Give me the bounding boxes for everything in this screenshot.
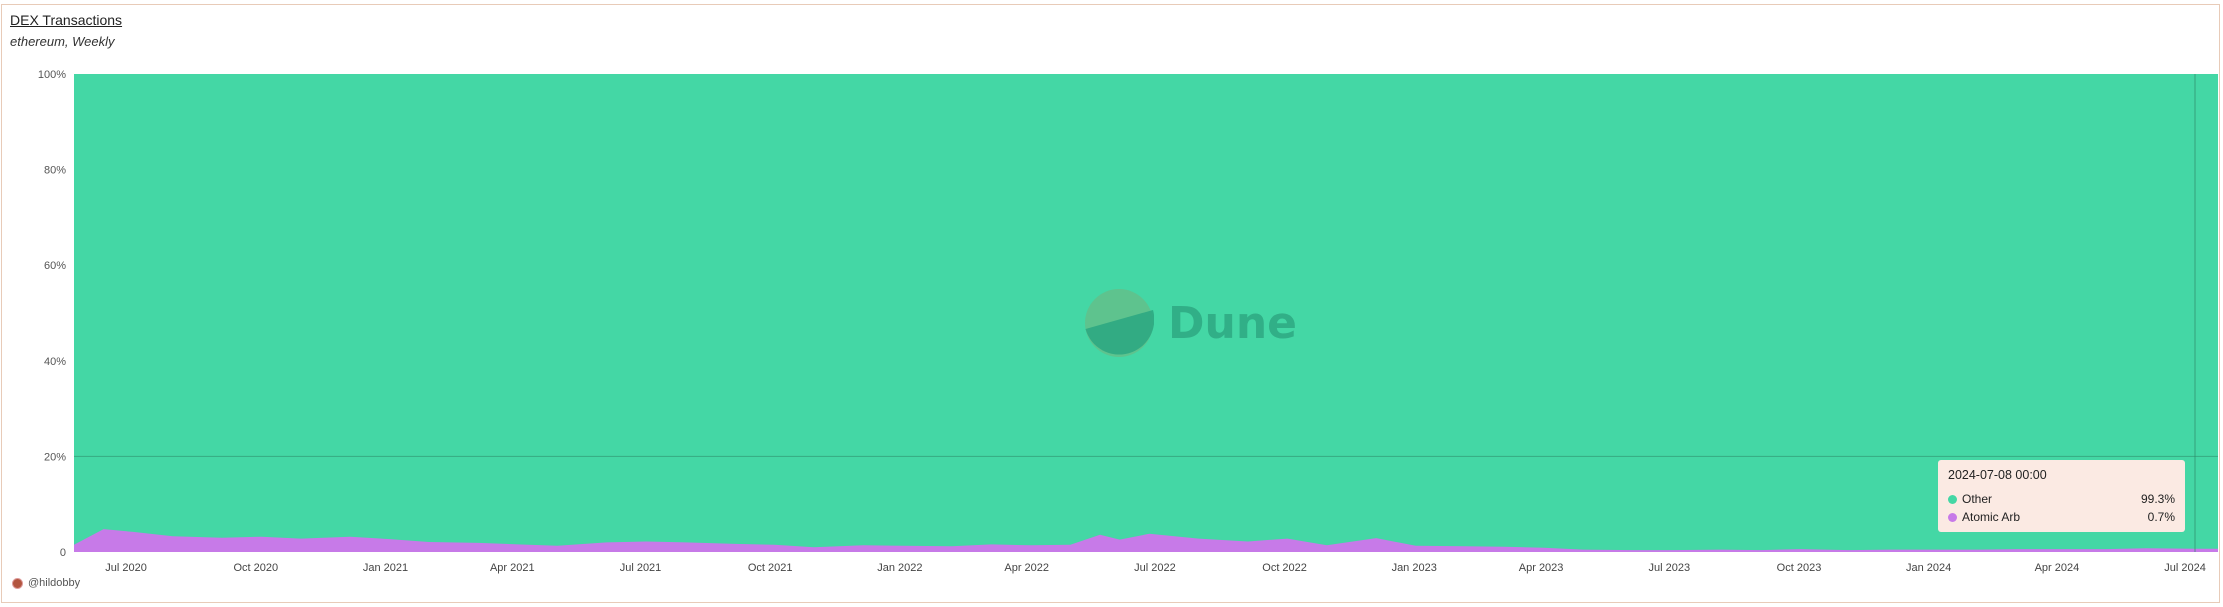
x-tick-label: Oct 2021: [748, 562, 793, 574]
y-tick-label: 60%: [44, 260, 66, 272]
watermark-text: Dune: [1168, 297, 1298, 349]
x-tick-label: Jan 2024: [1906, 562, 1951, 574]
y-tick-label: 80%: [44, 165, 66, 177]
x-tick-label: Jul 2023: [1649, 562, 1691, 574]
chart-footer: @hildobby: [12, 577, 80, 589]
tooltip-row-atomic-arb: Atomic Arb 0.7%: [1948, 508, 2175, 526]
x-tick-label: Oct 2023: [1777, 562, 1822, 574]
x-tick-label: Jul 2022: [1134, 562, 1176, 574]
y-tick-label: 0: [60, 547, 66, 559]
x-tick-label: Jan 2022: [877, 562, 922, 574]
tooltip-series-name: Atomic Arb: [1962, 510, 2021, 524]
tooltip-series-name: Other: [1962, 492, 1993, 506]
y-tick-label: 40%: [44, 356, 66, 368]
x-tick-label: Jan 2021: [363, 562, 408, 574]
other-legend-dot: [1948, 494, 1957, 504]
x-tick-label: Oct 2020: [233, 562, 278, 574]
dune-logo-icon: [1085, 289, 1154, 357]
tooltip-row-other: Other 99.3%: [1948, 490, 2175, 508]
y-tick-label: 100%: [38, 69, 66, 81]
x-tick-label: Apr 2023: [1519, 562, 1564, 574]
y-axis: 0 20% 40% 60% 80% 100%: [38, 69, 66, 559]
x-tick-label: Jan 2023: [1392, 562, 1437, 574]
x-tick-label: Jul 2021: [620, 562, 662, 574]
tooltip-date: 2024-07-08 00:00: [1948, 468, 2047, 482]
avatar: [12, 577, 23, 589]
x-axis: Jul 2020 Oct 2020 Jan 2021 Apr 2021 Jul 2021…: [105, 562, 2206, 574]
x-tick-label: Jul 2024: [2164, 562, 2206, 574]
atomic-arb-legend-dot: [1948, 512, 1957, 522]
x-tick-label: Oct 2022: [1262, 562, 1307, 574]
x-tick-label: Jul 2020: [105, 562, 147, 574]
dune-watermark: Dune: [1084, 288, 1297, 358]
tooltip-series-value: 0.7%: [2147, 510, 2175, 524]
x-tick-label: Apr 2022: [1004, 562, 1049, 574]
x-tick-label: Apr 2021: [490, 562, 535, 574]
author-handle[interactable]: @hildobby: [28, 577, 80, 589]
y-tick-label: 20%: [44, 451, 66, 463]
tooltip-series-value: 99.3%: [2140, 492, 2175, 506]
chart-tooltip: 2024-07-08 00:00 Other 99.3% Atomic Arb …: [1938, 460, 2185, 532]
x-tick-label: Apr 2024: [2035, 562, 2080, 574]
